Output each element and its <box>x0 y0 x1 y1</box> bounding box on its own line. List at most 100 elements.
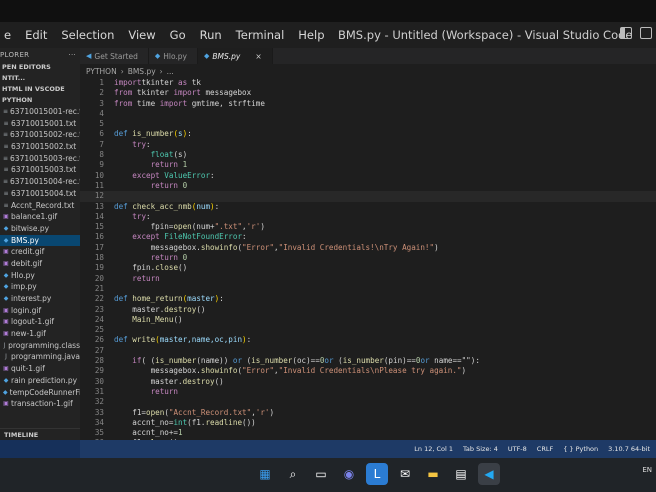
menu-help[interactable]: Help <box>298 28 324 42</box>
file-item[interactable]: ▣ debit.gif <box>0 258 80 270</box>
code-line[interactable]: 28 if( (is_number(name)) or (is_number(o… <box>80 356 656 366</box>
close-icon[interactable]: × <box>255 52 261 61</box>
code-line[interactable]: 32 <box>80 397 656 407</box>
menu-selection[interactable]: Selection <box>61 28 114 42</box>
file-item[interactable]: ≡ Accnt_Record.txt <box>0 200 80 212</box>
menu-view[interactable]: View <box>128 28 155 42</box>
file-item[interactable]: ◆ BMS.py <box>0 234 80 247</box>
file-item[interactable]: ◆ imp.py <box>0 281 80 293</box>
code-line[interactable]: 23 master.destroy() <box>80 305 656 315</box>
breadcrumb-item[interactable]: BMS.py <box>128 67 156 76</box>
language-indicator[interactable]: EN <box>642 466 652 474</box>
file-item[interactable]: ▣ credit.gif <box>0 246 80 258</box>
remote-indicator[interactable] <box>0 440 80 458</box>
cursor-position[interactable]: Ln 12, Col 1 <box>414 445 453 453</box>
code-line[interactable]: 5 <box>80 119 656 129</box>
code-line[interactable]: 21 <box>80 284 656 294</box>
code-line[interactable]: 3 from time import gmtime, strftime <box>80 99 656 109</box>
tab-hlo-py[interactable]: ◆ Hlo.py <box>149 48 198 64</box>
code-line[interactable]: 20 return <box>80 274 656 284</box>
windows-start-icon[interactable]: ▦ <box>254 463 276 485</box>
tab-get-started[interactable]: ◀ Get Started <box>80 48 149 64</box>
python-interpreter[interactable]: 3.10.7 64-bit <box>608 445 650 453</box>
file-item[interactable]: Jprogramming.class <box>0 340 80 352</box>
code-line[interactable]: 2 from tkinter import messagebox <box>80 88 656 98</box>
breadcrumb-item[interactable]: ... <box>167 67 174 76</box>
toggle-panel-icon[interactable] <box>640 27 652 39</box>
tab-bms-py[interactable]: ◆ BMS.py × <box>198 48 273 64</box>
l-app-icon[interactable]: L <box>366 463 388 485</box>
code-line[interactable]: 25 <box>80 325 656 335</box>
chat-icon[interactable]: ◉ <box>338 463 360 485</box>
task-view-icon[interactable]: ▭ <box>310 463 332 485</box>
file-item[interactable]: ≡63710015002-rec.txt <box>0 129 80 141</box>
file-item[interactable]: ≡ 63710015002.txt <box>0 141 80 153</box>
workspace-section[interactable]: NTIT... <box>0 73 80 84</box>
code-line[interactable]: 13 def check_acc_nmb(num): <box>80 202 656 212</box>
code-line[interactable]: 35 accnt_no+=1 <box>80 428 656 438</box>
vscode-icon[interactable]: ◀ <box>478 463 500 485</box>
code-line[interactable]: 26 def write(master,name,oc,pin): <box>80 335 656 345</box>
breadcrumb-item[interactable]: PYTHON <box>86 67 117 76</box>
code-editor[interactable]: 1 importtkinter as tk 2 from tkinter import… <box>80 78 656 440</box>
file-item[interactable]: Jprogramming.java <box>0 351 80 363</box>
timeline-section[interactable]: TIMELINE <box>0 428 80 440</box>
file-item[interactable]: ◆ bitwise.py <box>0 223 80 235</box>
code-line[interactable]: 7 try: <box>80 140 656 150</box>
code-line[interactable]: 24 Main_Menu() <box>80 315 656 325</box>
code-line[interactable]: 11 return 0 <box>80 181 656 191</box>
file-item[interactable]: ≡ 63710015001.txt <box>0 118 80 130</box>
menu-terminal[interactable]: Terminal <box>236 28 285 42</box>
file-item[interactable]: ≡63710015004-rec.txt <box>0 176 80 188</box>
code-line[interactable]: 14 try: <box>80 212 656 222</box>
file-item[interactable]: ≡63710015001-rec.txt <box>0 106 80 118</box>
menu-go[interactable]: Go <box>170 28 186 42</box>
store-icon[interactable]: ▤ <box>450 463 472 485</box>
file-item[interactable]: ▣ logout-1.gif <box>0 316 80 328</box>
menu-run[interactable]: Run <box>200 28 222 42</box>
code-line[interactable]: 34 accnt_no=int(f1.readline()) <box>80 418 656 428</box>
file-item[interactable]: ≡ 63710015004.txt <box>0 188 80 200</box>
file-item[interactable]: ◆ rain prediction.py <box>0 375 80 387</box>
file-item[interactable]: ▣ new-1.gif <box>0 328 80 340</box>
code-line[interactable]: 33 f1=open("Accnt_Record.txt",'r') <box>80 408 656 418</box>
code-line[interactable]: 27 <box>80 346 656 356</box>
file-item[interactable]: ▣ quit-1.gif <box>0 363 80 375</box>
code-line[interactable]: 10 except ValueError: <box>80 171 656 181</box>
mail-icon[interactable]: ✉ <box>394 463 416 485</box>
file-item[interactable]: ▣ balance1.gif <box>0 211 80 223</box>
code-line[interactable]: 9 return 1 <box>80 160 656 170</box>
python-folder[interactable]: PYTHON <box>0 95 80 106</box>
code-line[interactable]: 18 return 0 <box>80 253 656 263</box>
code-line[interactable]: 15 fpin=open(num+".txt",'r') <box>80 222 656 232</box>
code-line[interactable]: 16 except FileNotFoundError: <box>80 232 656 242</box>
code-line[interactable]: 8 float(s) <box>80 150 656 160</box>
menu-e[interactable]: e <box>4 28 11 42</box>
file-item[interactable]: ≡ 63710015003.txt <box>0 164 80 176</box>
code-line[interactable]: 31 return <box>80 387 656 397</box>
file-explorer-icon[interactable]: ▬ <box>422 463 444 485</box>
code-line[interactable]: 6 def is_number(s): <box>80 129 656 139</box>
encoding[interactable]: UTF-8 <box>508 445 527 453</box>
menu-edit[interactable]: Edit <box>25 28 47 42</box>
tab-size[interactable]: Tab Size: 4 <box>463 445 498 453</box>
toggle-sidebar-icon[interactable] <box>620 27 632 39</box>
search-icon[interactable]: ⌕ <box>282 463 304 485</box>
code-line[interactable]: 1 importtkinter as tk <box>80 78 656 88</box>
code-line[interactable]: 30 master.destroy() <box>80 377 656 387</box>
code-line[interactable]: 12 <box>80 191 656 202</box>
code-line[interactable]: 22 def home_return(master): <box>80 294 656 304</box>
file-item[interactable]: ▣ transaction-1.gif <box>0 398 80 410</box>
file-item[interactable]: ◆tempCodeRunnerFil... <box>0 387 80 399</box>
end-of-line[interactable]: CRLF <box>537 445 553 453</box>
more-actions-icon[interactable]: ··· <box>68 51 76 59</box>
file-item[interactable]: ≡63710015003-rec.txt <box>0 153 80 165</box>
file-item[interactable]: ◆ interest.py <box>0 293 80 305</box>
file-item[interactable]: ▣ login.gif <box>0 305 80 317</box>
file-item[interactable]: ◆ Hlo.py <box>0 270 80 282</box>
code-line[interactable]: 4 <box>80 109 656 119</box>
code-line[interactable]: 29 messagebox.showinfo("Error","Invalid … <box>80 366 656 376</box>
open-editors-section[interactable]: PEN EDITORS <box>0 62 80 73</box>
language-mode[interactable]: { } Python <box>563 445 598 453</box>
html-in-vscode-folder[interactable]: HTML IN VSCODE <box>0 84 80 95</box>
